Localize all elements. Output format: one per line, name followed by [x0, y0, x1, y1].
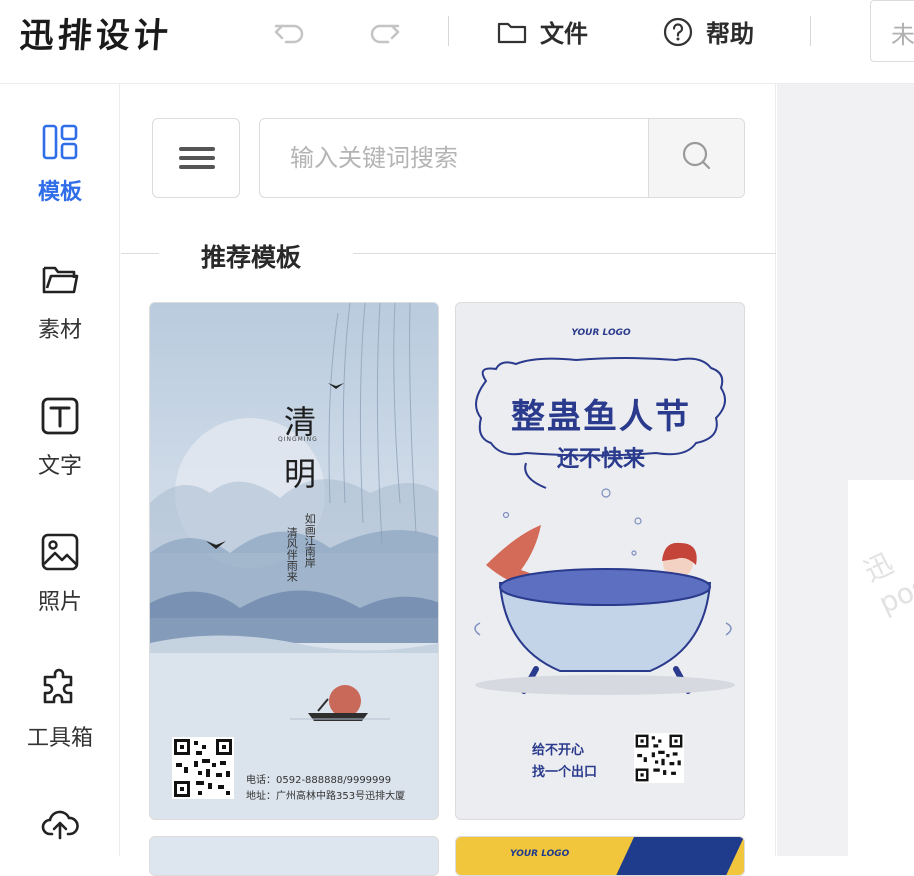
search-box — [259, 118, 745, 198]
redo-icon — [366, 14, 402, 50]
template-panel: 推荐模板 清 QINGMING 明 如画江南岸 — [121, 84, 776, 876]
template-card-partial[interactable] — [149, 836, 439, 876]
fish-bathtub-illustration — [474, 357, 735, 695]
sidebar-item-text[interactable]: 文字 — [0, 396, 120, 480]
template-grid-icon — [40, 122, 80, 168]
qr-code — [634, 733, 684, 783]
qingming-subtitle: QINGMING — [278, 436, 318, 443]
search-input[interactable] — [260, 119, 648, 197]
fish-headline: 整蛊鱼人节 — [511, 397, 691, 437]
app-logo[interactable]: 迅排设计 — [18, 8, 173, 57]
section-title: 推荐模板 — [201, 243, 302, 272]
file-menu-button[interactable]: 文件 — [496, 14, 588, 49]
qingming-poem-line-1: 如画江南岸 — [303, 513, 317, 568]
fish-subheadline: 还不快来 — [556, 447, 645, 472]
puzzle-icon — [40, 668, 80, 714]
redo-button[interactable] — [366, 14, 402, 50]
fish-tag-1: 给不开心 — [532, 743, 585, 758]
search-button[interactable] — [648, 119, 744, 197]
folder-icon — [40, 260, 80, 306]
sidebar-item-templates[interactable]: 模板 — [0, 122, 120, 206]
cloud-upload-icon — [40, 804, 80, 850]
sidebar-item-label: 文字 — [37, 454, 82, 479]
file-menu-label: 文件 — [540, 20, 588, 48]
image-icon — [40, 532, 80, 578]
help-label: 帮助 — [706, 20, 754, 48]
card-accent-shape — [615, 837, 744, 875]
toolbar-divider — [810, 16, 811, 46]
section-divider — [353, 253, 776, 254]
template-card-qingming[interactable]: 清 QINGMING 明 如画江南岸 清风伴雨来 电话：0592-888888/… — [149, 302, 439, 820]
qingming-phone: 电话：0592-888888/9999999 — [246, 775, 392, 786]
folder-icon — [496, 16, 528, 48]
template-card-april-fools[interactable]: YOUR LOGO 整蛊鱼人节 还不快来 给不开心 找一个出口 — [455, 302, 745, 820]
menu-icon — [179, 156, 215, 160]
sidebar-item-label: 素材 — [37, 318, 82, 343]
qr-code — [172, 737, 234, 799]
sidebar-item-upload[interactable] — [0, 804, 120, 850]
help-circle-icon — [662, 16, 694, 48]
design-title-input[interactable]: 未 — [870, 0, 914, 62]
card-logo-text: YOUR LOGO — [510, 849, 570, 859]
undo-icon — [272, 14, 308, 50]
sidebar-item-photos[interactable]: 照片 — [0, 532, 120, 616]
sidebar-item-toolbox[interactable]: 工具箱 — [0, 668, 120, 752]
help-button[interactable]: 帮助 — [662, 14, 754, 49]
fish-tag-2: 找一个出口 — [532, 765, 598, 780]
top-bar: 迅排设计 文件 帮助 未 — [0, 0, 914, 84]
sidebar-item-label: 模板 — [37, 180, 82, 205]
qingming-address: 地址：广州高林中路353号迅排大厦 — [246, 791, 406, 802]
sidebar-item-label: 工具箱 — [26, 726, 93, 751]
template-card-partial[interactable]: YOUR LOGO — [455, 836, 745, 876]
undo-button[interactable] — [272, 14, 308, 50]
qingming-title-char-2: 明 — [284, 455, 317, 493]
menu-icon — [179, 147, 215, 151]
toolbar-divider — [448, 16, 449, 46]
menu-icon — [179, 165, 215, 169]
sidebar-item-materials[interactable]: 素材 — [0, 260, 120, 344]
left-sidebar: 模板 素材 文字 照片 工具箱 — [0, 84, 120, 856]
section-divider — [121, 253, 159, 254]
qingming-poem-line-2: 清风伴雨来 — [285, 527, 299, 582]
text-t-icon — [40, 396, 80, 442]
sidebar-item-label: 照片 — [37, 590, 82, 615]
search-icon — [680, 139, 714, 177]
category-menu-button[interactable] — [152, 118, 240, 198]
